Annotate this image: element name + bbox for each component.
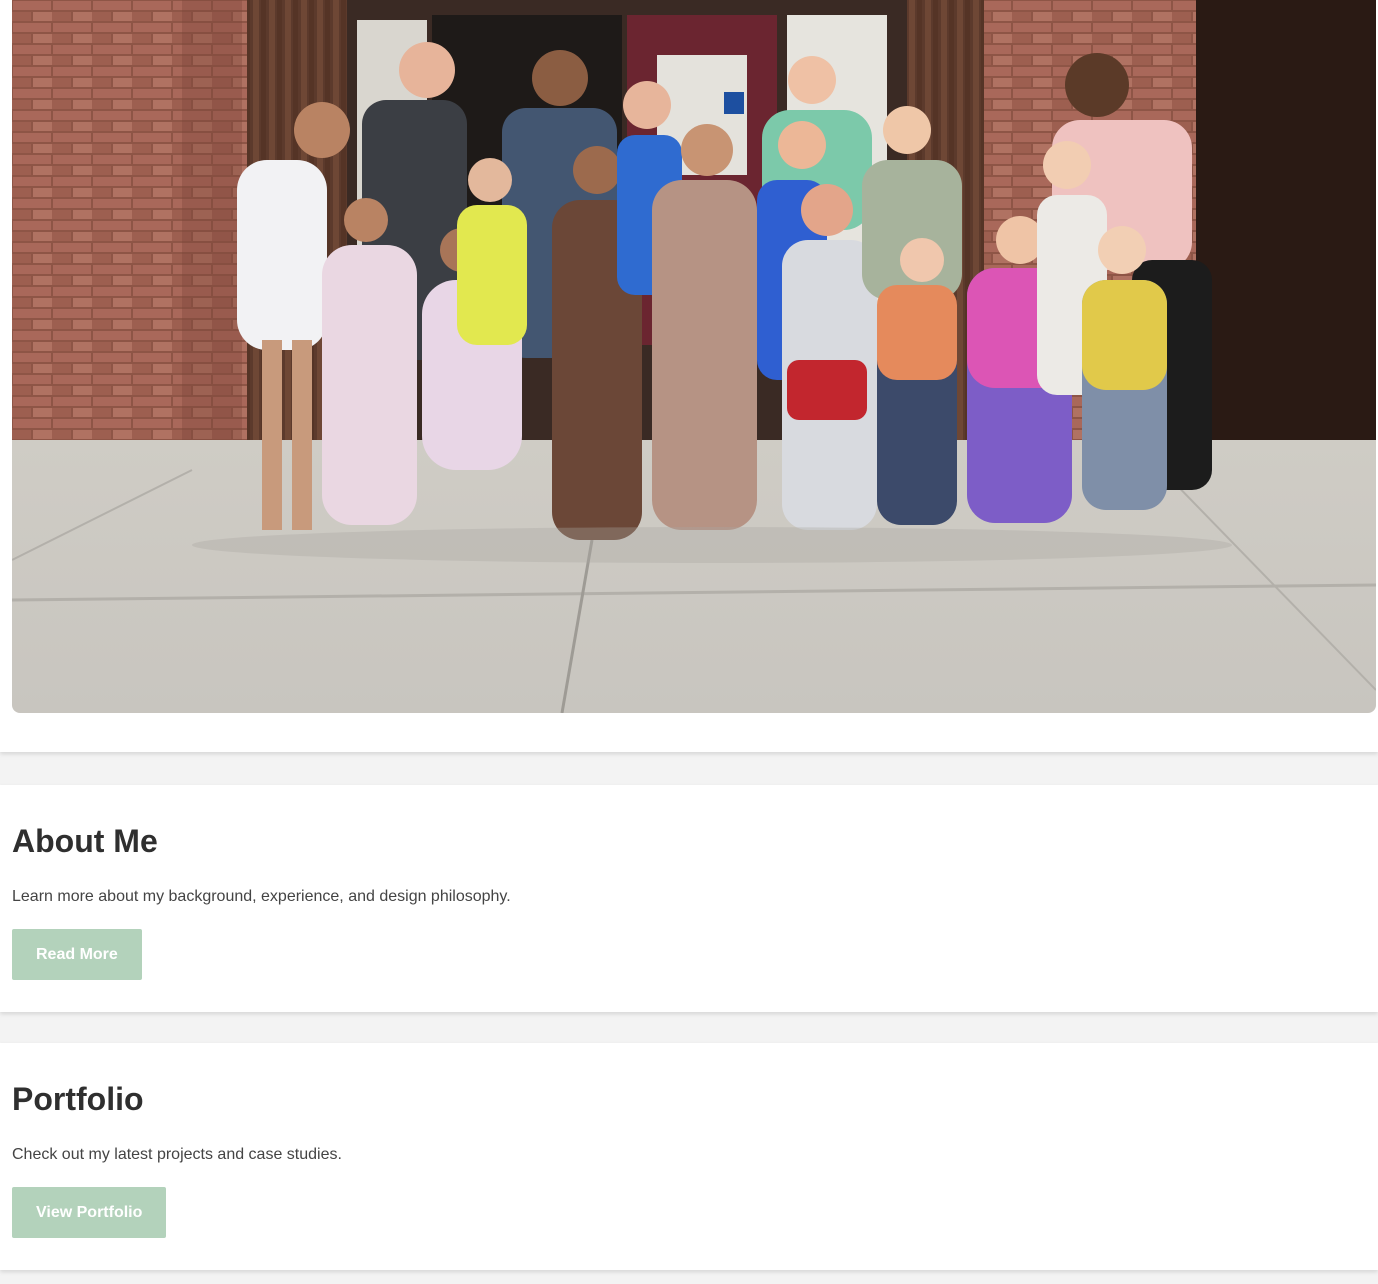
group-photo — [12, 0, 1376, 713]
portfolio-description: Check out my latest projects and case st… — [12, 1146, 342, 1163]
portfolio-title: Portfolio — [12, 1081, 144, 1117]
view-portfolio-button[interactable]: View Portfolio — [12, 1187, 167, 1239]
about-description: Learn more about my background, experien… — [12, 888, 511, 905]
read-more-button[interactable]: Read More — [12, 929, 142, 981]
about-section: About Me Learn more about my background,… — [0, 785, 1378, 1012]
hero-section — [0, 0, 1378, 752]
portfolio-section: Portfolio Check out my latest projects a… — [0, 1043, 1378, 1270]
about-title: About Me — [12, 823, 158, 859]
